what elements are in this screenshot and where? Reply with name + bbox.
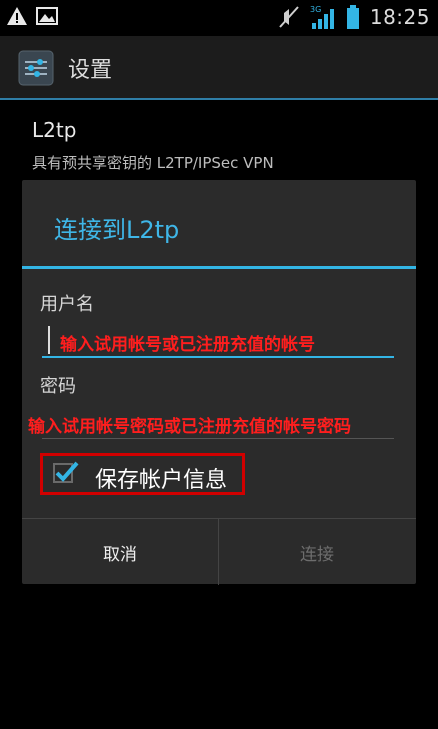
password-input[interactable]: 输入试用帐号密码或已注册充值的帐号密码: [28, 406, 394, 439]
network-type-label: 3G: [310, 5, 321, 14]
status-bar: 3G 18:25: [0, 0, 438, 36]
vpn-list-item[interactable]: L2tp 具有预共享密钥的 L2TP/IPSec VPN: [32, 118, 274, 173]
status-right: 3G 18:25: [278, 4, 430, 30]
warning-icon: [6, 6, 28, 26]
text-cursor: [48, 326, 50, 354]
dialog-button-bar: 取消 连接: [22, 518, 416, 585]
username-hint: 输入试用帐号或已注册充值的帐号: [60, 335, 315, 355]
page-title: 设置: [68, 58, 113, 83]
username-input[interactable]: 输入试用帐号或已注册充值的帐号: [42, 324, 394, 358]
connect-dialog: 连接到L2tp 用户名 输入试用帐号或已注册充值的帐号 密码 输入试用帐号密码或…: [22, 180, 416, 585]
image-icon: [36, 6, 58, 26]
password-label: 密码: [40, 376, 76, 397]
signal-icon: 3G: [310, 4, 336, 30]
connect-button[interactable]: 连接: [219, 519, 415, 585]
password-hint: 输入试用帐号密码或已注册充值的帐号密码: [28, 417, 351, 437]
vpn-item-title: L2tp: [32, 118, 77, 142]
cancel-button[interactable]: 取消: [22, 519, 219, 585]
mute-icon: [278, 5, 300, 29]
username-label: 用户名: [40, 294, 94, 315]
save-account-label: 保存帐户信息: [95, 468, 228, 493]
settings-icon[interactable]: [18, 50, 54, 86]
status-left: [6, 6, 58, 26]
dialog-divider: [22, 266, 416, 269]
vpn-item-subtitle: 具有预共享密钥的 L2TP/IPSec VPN: [32, 154, 274, 172]
battery-icon: [346, 4, 360, 30]
save-account-checkbox[interactable]: [53, 461, 79, 483]
save-account-row[interactable]: 保存帐户信息: [40, 453, 245, 495]
action-bar: 设置: [0, 36, 438, 100]
dialog-title: 连接到L2tp: [54, 216, 180, 244]
status-time: 18:25: [369, 5, 430, 29]
